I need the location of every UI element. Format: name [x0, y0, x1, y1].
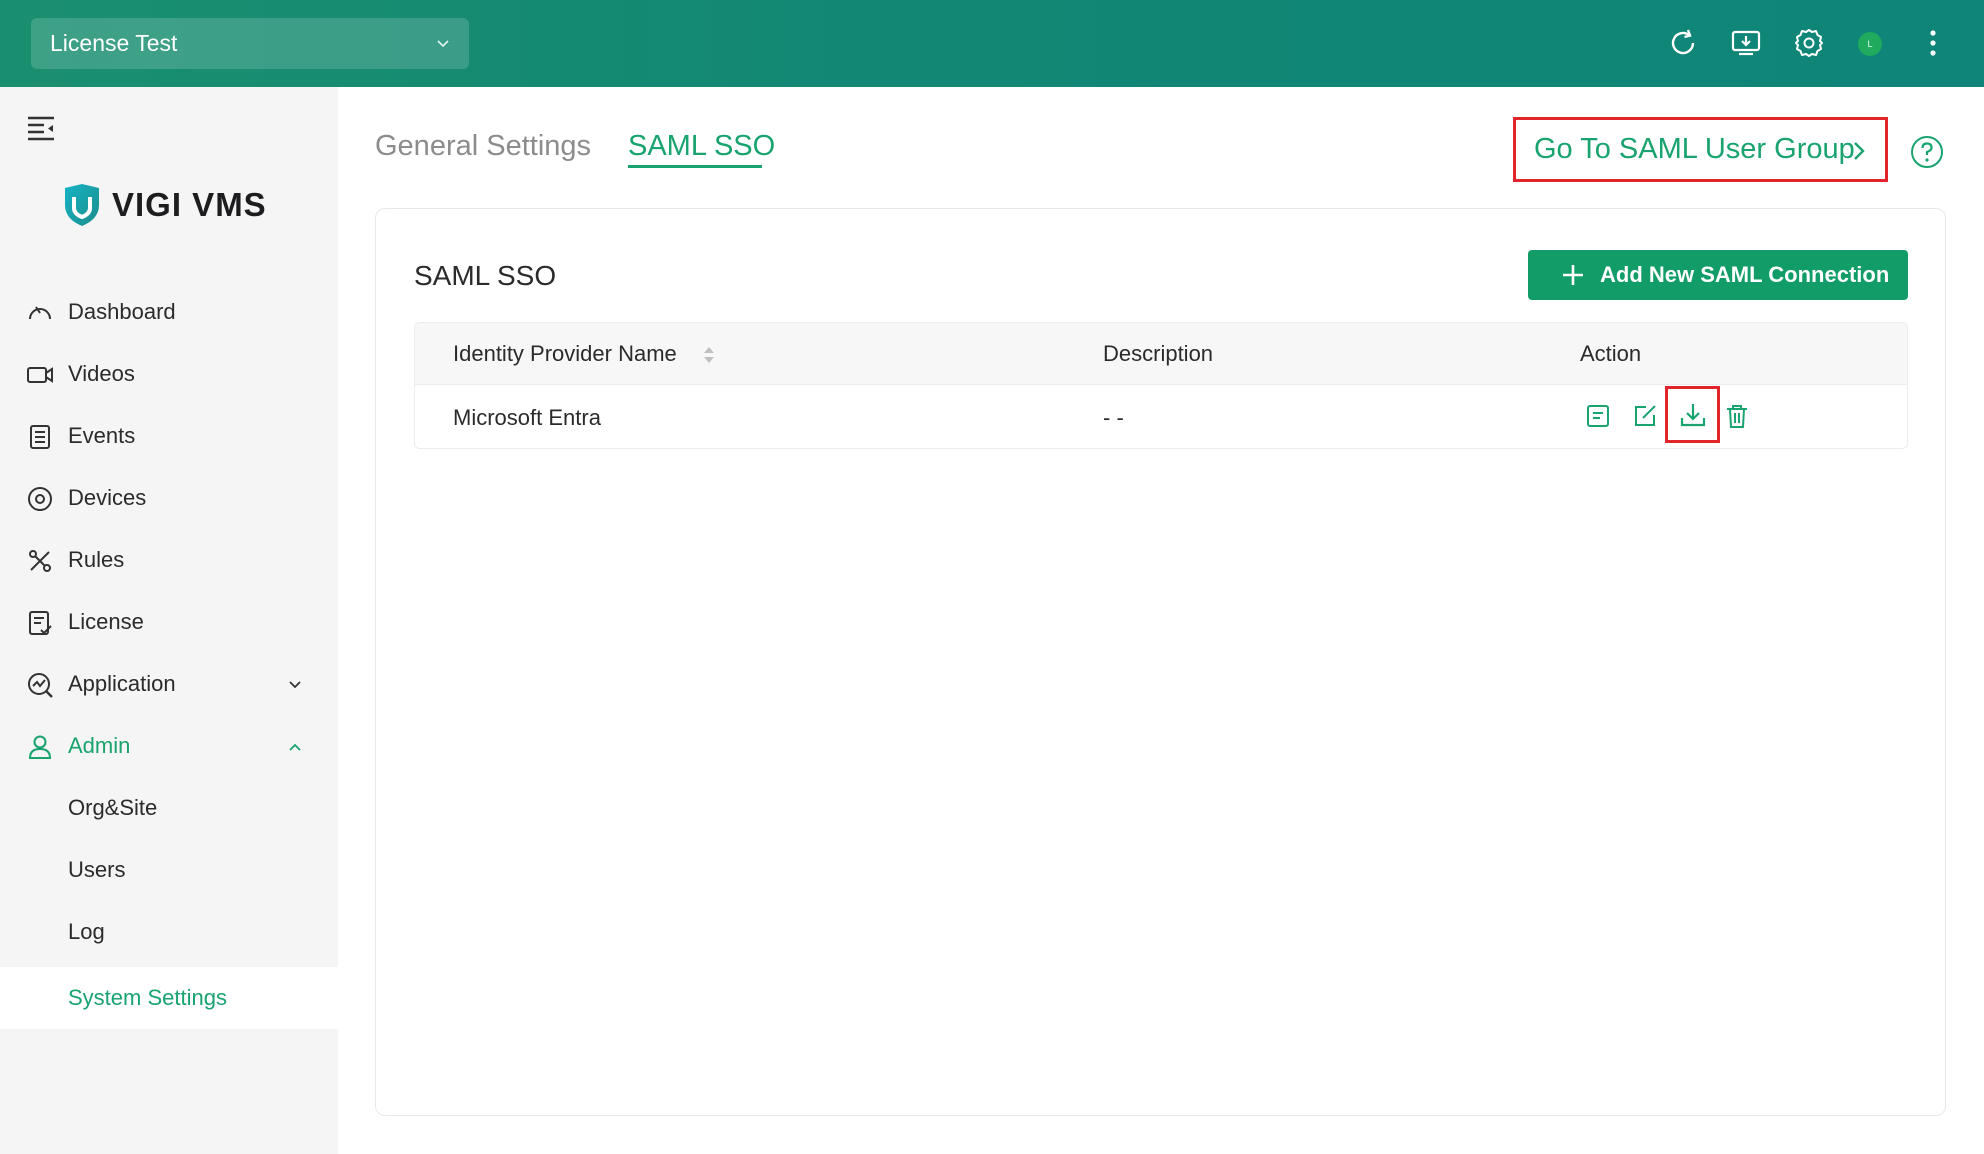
sidebar-item-label: Devices: [68, 485, 147, 510]
sidebar-subitem-org-site[interactable]: Org&Site: [0, 777, 338, 839]
tab-general-settings[interactable]: General Settings: [375, 130, 591, 163]
gear-icon[interactable]: [1790, 24, 1828, 62]
sort-icon[interactable]: [702, 343, 716, 367]
sidebar-subitem-label: Org&Site: [68, 795, 158, 820]
chevron-down-icon: [437, 40, 449, 48]
admin-icon: [28, 735, 52, 759]
sidebar-item-license[interactable]: License: [0, 591, 338, 653]
logo: VIGI VMS: [62, 183, 267, 227]
avatar[interactable]: L: [1858, 32, 1882, 56]
sidebar-item-label: Application: [68, 671, 176, 696]
download-client-icon[interactable]: [1727, 24, 1765, 62]
org-selector[interactable]: License Test: [31, 18, 469, 69]
go-to-saml-user-group-link[interactable]: Go To SAML User Group: [1513, 117, 1888, 182]
sidebar-subitem-label: Users: [68, 857, 126, 882]
refresh-icon[interactable]: [1664, 24, 1702, 62]
column-header-identity-provider: Identity Provider Name: [453, 341, 677, 366]
edit-icon[interactable]: [1630, 401, 1660, 431]
add-new-saml-connection-button[interactable]: Add New SAML Connection: [1528, 250, 1908, 300]
chevron-up-icon: [289, 743, 301, 751]
menu-collapse-icon[interactable]: [26, 115, 56, 141]
sidebar-item-application[interactable]: Application: [0, 653, 338, 715]
org-selector-label: License Test: [50, 30, 178, 56]
top-bar: License Test L: [0, 0, 1984, 87]
sidebar-subitem-users[interactable]: Users: [0, 839, 338, 901]
identity-provider-name-cell: Microsoft Entra: [453, 405, 601, 430]
sidebar-item-videos[interactable]: Videos: [0, 343, 338, 405]
description-cell: - -: [1103, 405, 1124, 430]
plus-icon: [1563, 265, 1583, 285]
download-metadata-icon[interactable]: [1665, 386, 1720, 443]
application-icon: [28, 673, 53, 698]
sidebar-item-label: Videos: [68, 361, 135, 386]
sidebar-subitem-label: Log: [68, 919, 105, 944]
sidebar: VIGI VMS Dashboard Videos Events Devices…: [0, 87, 338, 1154]
rules-icon: [29, 550, 51, 572]
delete-icon[interactable]: [1722, 401, 1752, 431]
license-icon: [29, 611, 52, 635]
table-header: Identity Provider Name Description Actio…: [415, 323, 1907, 385]
active-tab-indicator: [628, 165, 762, 168]
column-header-action: Action: [1580, 341, 1642, 366]
sidebar-item-devices[interactable]: Devices: [0, 467, 338, 529]
sidebar-item-rules[interactable]: Rules: [0, 529, 338, 591]
tab-saml-sso[interactable]: SAML SSO: [628, 130, 775, 163]
chevron-right-icon: [1854, 142, 1865, 160]
view-details-icon[interactable]: [1583, 401, 1613, 431]
card-title: SAML SSO: [414, 260, 557, 291]
sidebar-item-label: License: [68, 609, 144, 634]
devices-icon: [28, 487, 52, 511]
sidebar-item-label: Events: [68, 423, 136, 448]
sidebar-item-label: Rules: [68, 547, 125, 572]
go-to-saml-user-group-label: Go To SAML User Group: [1534, 133, 1855, 165]
events-icon: [30, 425, 50, 449]
chevron-down-icon: [289, 681, 301, 689]
dashboard-icon: [29, 306, 51, 320]
logo-text: VIGI VMS: [112, 186, 267, 223]
table-row: Microsoft Entra - -: [415, 385, 1907, 448]
more-options-icon[interactable]: [1914, 24, 1952, 62]
sidebar-item-dashboard[interactable]: Dashboard: [0, 281, 338, 343]
sidebar-subitem-system-settings[interactable]: System Settings: [0, 967, 338, 1029]
video-icon: [27, 367, 53, 383]
vigi-shield-icon: [65, 184, 99, 226]
sidebar-item-events[interactable]: Events: [0, 405, 338, 467]
sidebar-subitem-label: System Settings: [68, 985, 227, 1010]
help-icon[interactable]: [1910, 135, 1944, 169]
add-button-label: Add New SAML Connection: [1600, 262, 1890, 287]
sidebar-item-admin[interactable]: Admin: [0, 715, 338, 777]
sidebar-item-label: Dashboard: [68, 299, 176, 324]
sidebar-item-label: Admin: [68, 733, 131, 758]
saml-connections-table: Identity Provider Name Description Actio…: [414, 322, 1908, 449]
sidebar-subitem-log[interactable]: Log: [0, 901, 338, 963]
column-header-description: Description: [1103, 341, 1214, 366]
